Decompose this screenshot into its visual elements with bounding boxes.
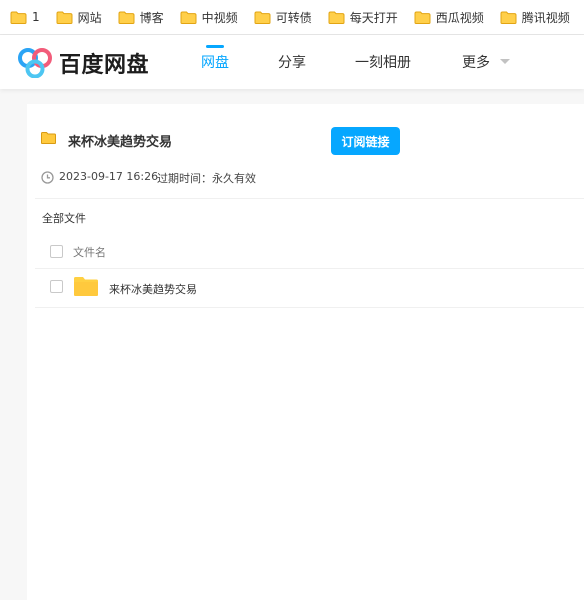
- bookmark-tencent-video[interactable]: 腾讯视频: [490, 5, 576, 29]
- bookmark-daily-open[interactable]: 每天打开: [318, 5, 404, 29]
- divider: [35, 198, 584, 199]
- chevron-down-icon[interactable]: [500, 59, 510, 64]
- divider: [35, 268, 584, 269]
- column-header-filename[interactable]: 文件名: [73, 244, 106, 260]
- nav-share[interactable]: 分享: [278, 52, 306, 72]
- bookmark-label: 可转债: [275, 10, 312, 25]
- baidu-netdisk-logo-icon[interactable]: [17, 46, 53, 78]
- bookmark-label: 西瓜视频: [435, 10, 484, 25]
- divider: [35, 307, 584, 308]
- folder-icon[interactable]: [74, 276, 98, 296]
- breadcrumb[interactable]: 全部文件: [42, 210, 86, 226]
- folder-icon: [118, 11, 135, 24]
- bookmark-1[interactable]: 1: [0, 5, 46, 29]
- share-expire: 过期时间：永久有效: [157, 172, 256, 185]
- brand-name[interactable]: 百度网盘: [59, 47, 149, 79]
- bookmark-label: 1: [32, 10, 40, 24]
- bookmark-xigua-video[interactable]: 西瓜视频: [404, 5, 490, 29]
- nav-active-indicator: [206, 45, 224, 48]
- folder-icon: [414, 11, 431, 24]
- bookmark-convertible-bond[interactable]: 可转债: [244, 5, 318, 29]
- nav-netdisk[interactable]: 网盘: [201, 52, 229, 72]
- folder-icon: [180, 11, 197, 24]
- bookmark-website[interactable]: 网站: [46, 5, 108, 29]
- folder-icon: [10, 11, 27, 24]
- bookmark-label: 腾讯视频: [521, 10, 570, 25]
- folder-icon: [56, 11, 73, 24]
- bookmarks-bar: 1 网站 博客 中视频 可转债 每天打开 西瓜视频 腾讯视频 视频: [0, 0, 584, 35]
- share-date: 2023-09-17 16:26: [59, 170, 159, 183]
- bookmark-video[interactable]: 视频: [576, 5, 584, 29]
- nav-more[interactable]: 更多: [462, 52, 490, 72]
- row-checkbox[interactable]: [50, 280, 63, 293]
- site-header: 百度网盘 网盘 分享 一刻相册 更多: [0, 35, 584, 89]
- subscribe-link-button[interactable]: 订阅链接: [331, 127, 400, 155]
- bookmark-label: 中视频: [201, 10, 238, 25]
- folder-icon: [254, 11, 271, 24]
- share-title: 来杯冰美趋势交易: [68, 135, 173, 150]
- file-name-link[interactable]: 来杯冰美趋势交易: [109, 281, 197, 297]
- nav-moment-album[interactable]: 一刻相册: [355, 52, 411, 72]
- folder-icon: [41, 132, 56, 144]
- select-all-checkbox[interactable]: [50, 245, 63, 258]
- bookmark-label: 博客: [139, 10, 164, 25]
- clock-icon: [41, 171, 54, 184]
- folder-icon: [500, 11, 517, 24]
- share-panel: 来杯冰美趋势交易 订阅链接 2023-09-17 16:26 过期时间：永久有效…: [27, 104, 584, 600]
- bookmark-blog[interactable]: 博客: [108, 5, 170, 29]
- bookmark-label: 每天打开: [349, 10, 398, 25]
- folder-icon: [328, 11, 345, 24]
- bookmark-mid-video[interactable]: 中视频: [170, 5, 244, 29]
- bookmark-label: 网站: [77, 10, 102, 25]
